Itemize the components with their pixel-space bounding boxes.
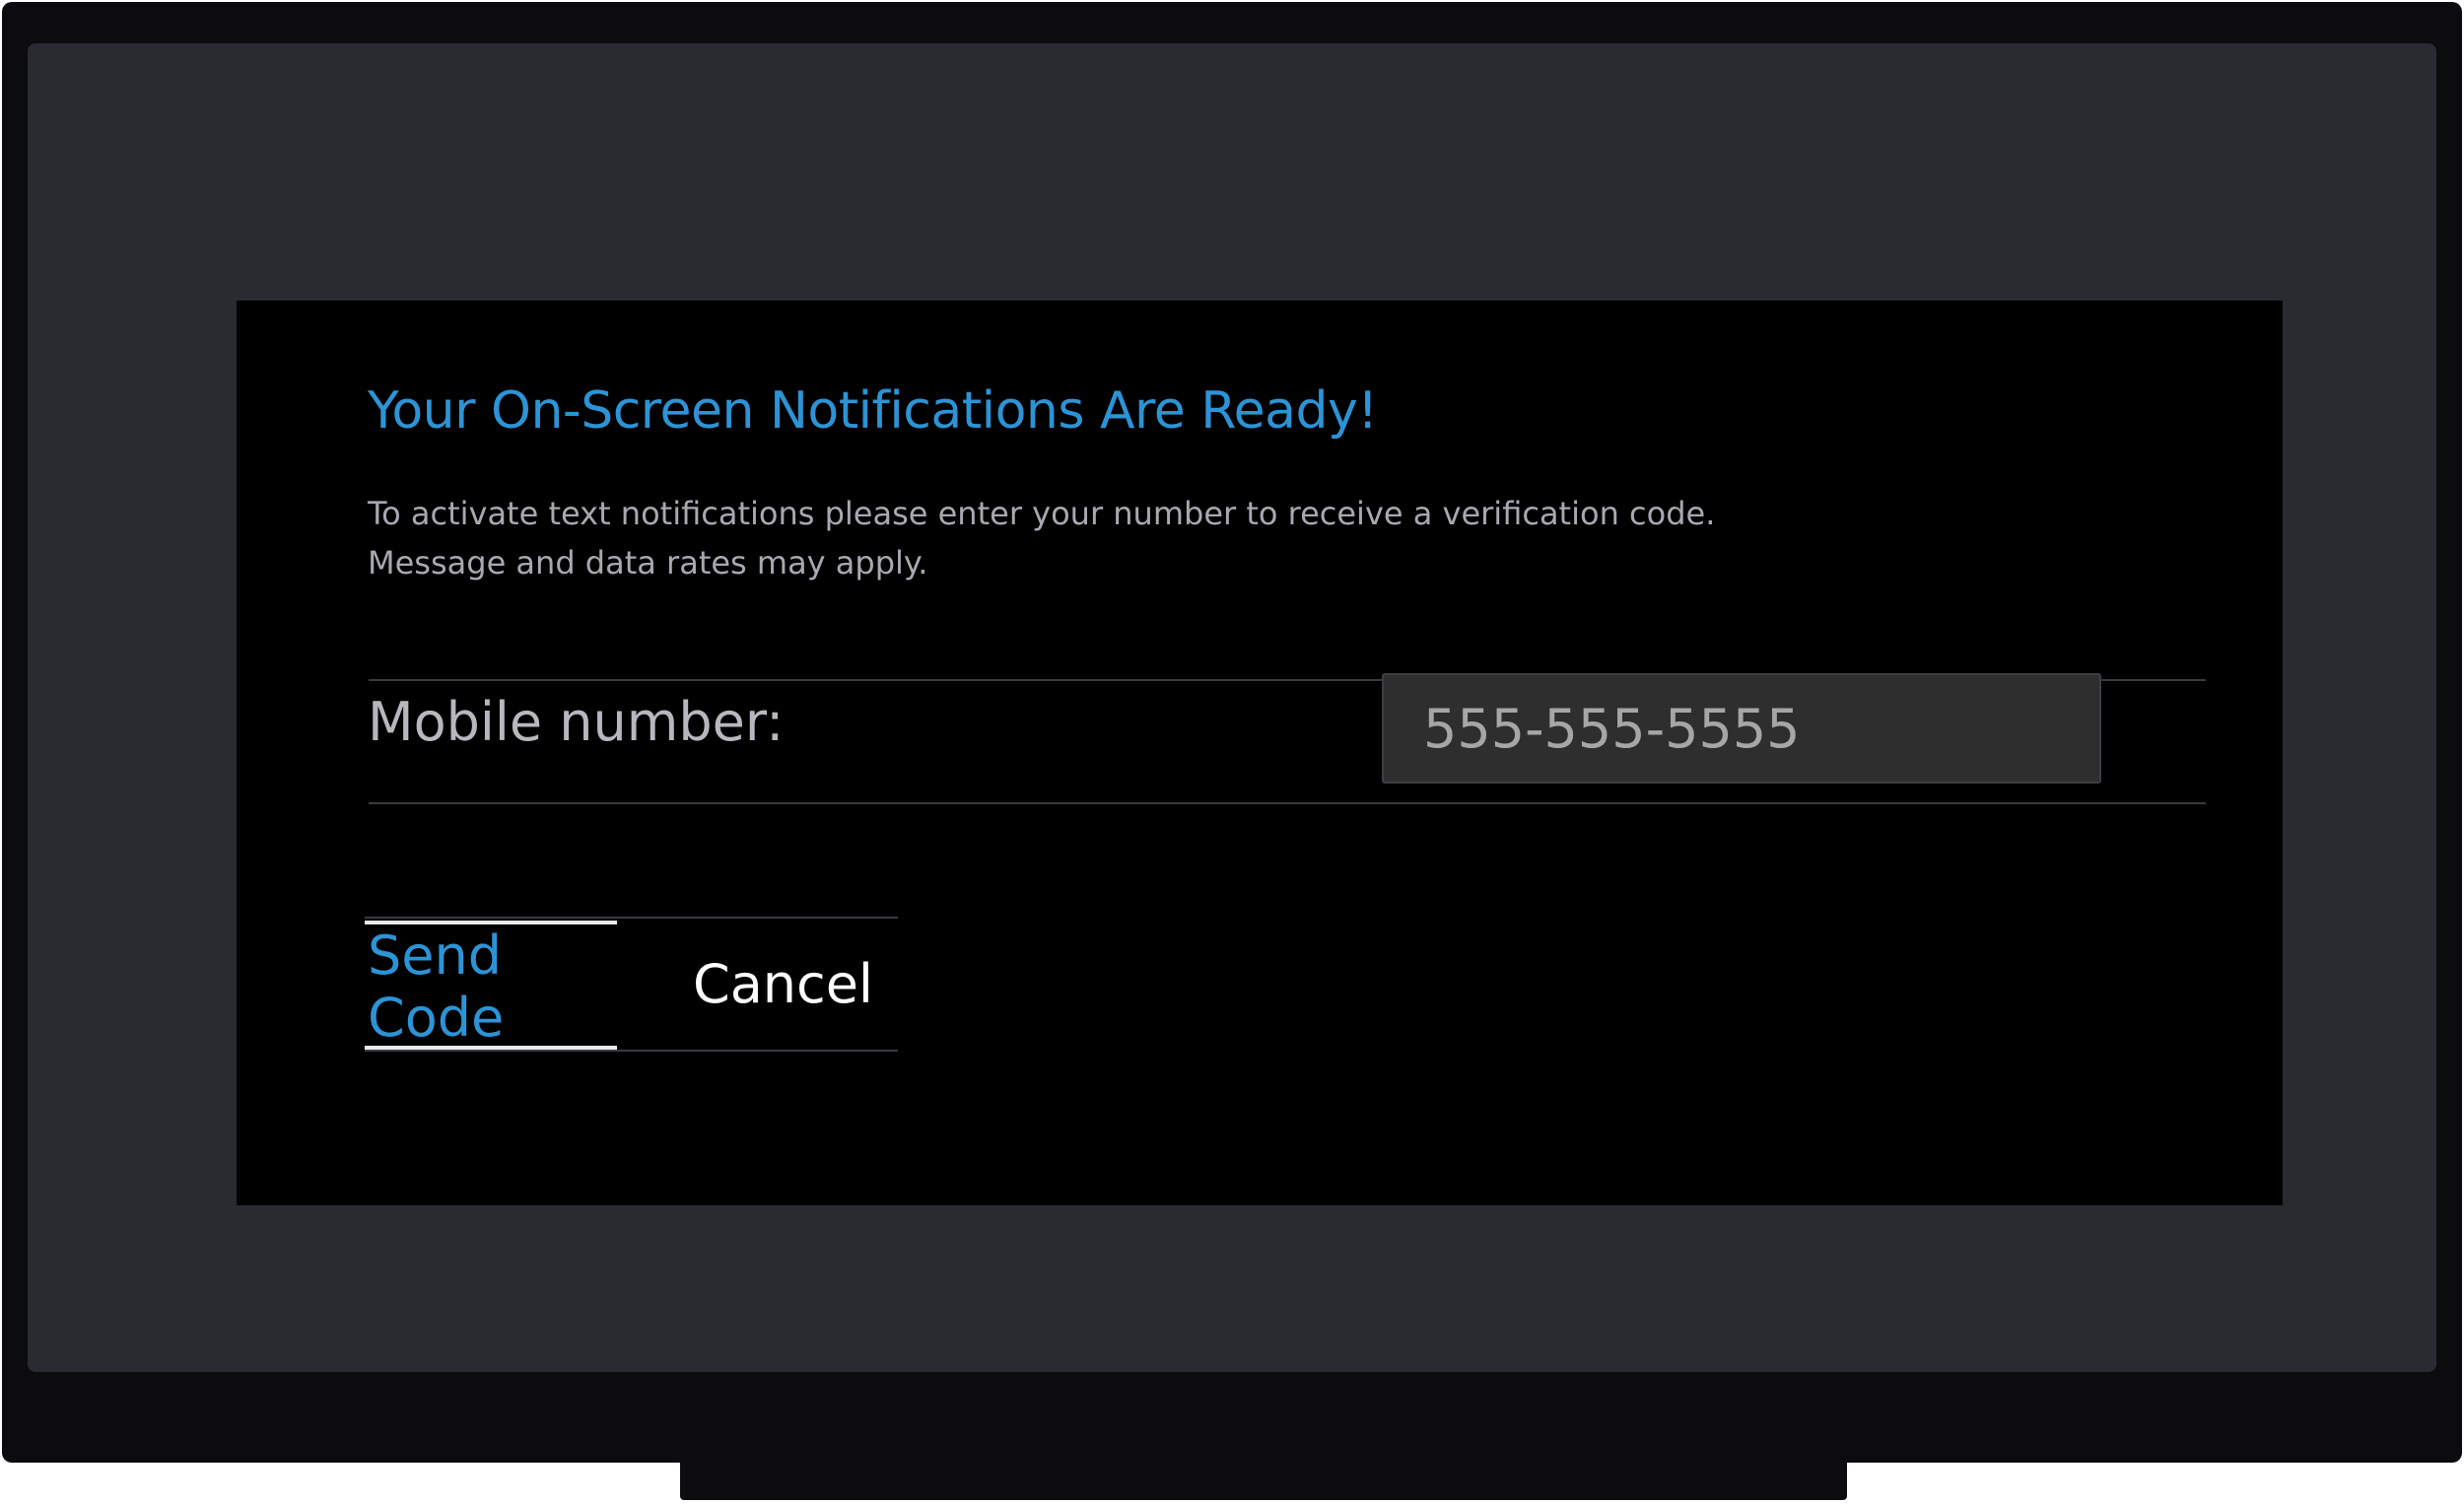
tv-screen: Your On-Screen Notifications Are Ready! … [28, 43, 2436, 1372]
field-bottom-divider [369, 802, 2206, 804]
dialog-message: To activate text notifications please en… [368, 489, 1846, 587]
cancel-button[interactable]: Cancel [693, 917, 890, 1052]
mobile-number-label: Mobile number: [368, 691, 785, 753]
mobile-number-input[interactable] [1382, 673, 2101, 784]
dialog-message-line-1: To activate text notifications please en… [368, 495, 1716, 532]
tv-bezel: Your On-Screen Notifications Are Ready! … [2, 2, 2462, 1463]
notification-dialog: Your On-Screen Notifications Are Ready! … [237, 301, 2283, 1205]
dialog-button-group: Send Code Cancel [365, 917, 898, 1052]
dialog-message-line-2: Message and data rates may apply. [368, 544, 928, 581]
send-code-button[interactable]: Send Code [365, 921, 617, 1050]
dialog-title: Your On-Screen Notifications Are Ready! [368, 381, 1378, 441]
